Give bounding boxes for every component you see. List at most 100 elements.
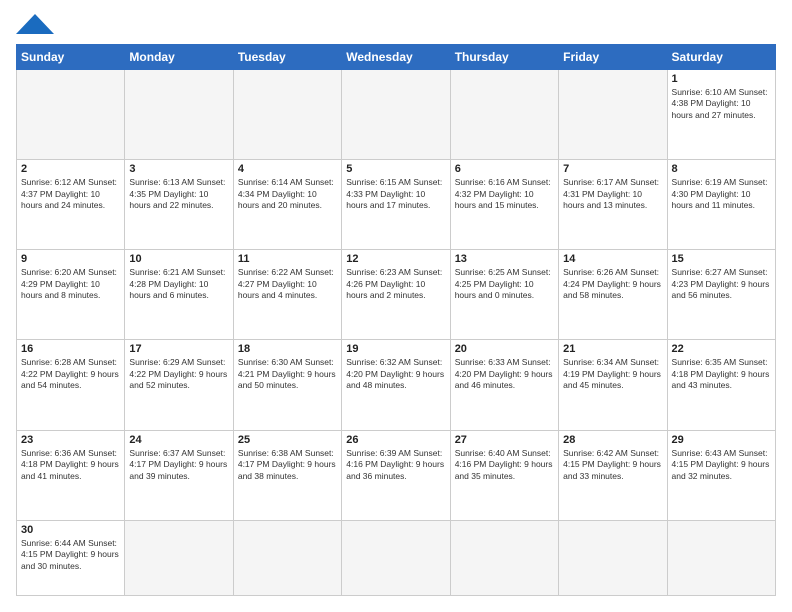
day-info: Sunrise: 6:44 AM Sunset: 4:15 PM Dayligh… bbox=[21, 538, 120, 572]
day-number: 25 bbox=[238, 434, 337, 446]
day-number: 24 bbox=[129, 434, 228, 446]
day-number: 13 bbox=[455, 253, 554, 265]
day-number: 4 bbox=[238, 163, 337, 175]
day-number: 21 bbox=[563, 343, 662, 355]
calendar-header-monday: Monday bbox=[125, 45, 233, 70]
calendar-cell: 6 Sunrise: 6:16 AM Sunset: 4:32 PM Daylig… bbox=[450, 160, 558, 250]
day-info: Sunrise: 6:21 AM Sunset: 4:28 PM Dayligh… bbox=[129, 267, 228, 301]
day-number: 11 bbox=[238, 253, 337, 265]
day-number: 19 bbox=[346, 343, 445, 355]
calendar-header-sunday: Sunday bbox=[17, 45, 125, 70]
calendar-week-row: 9 Sunrise: 6:20 AM Sunset: 4:29 PM Daylig… bbox=[17, 250, 776, 340]
calendar-cell bbox=[233, 70, 341, 160]
day-number: 30 bbox=[21, 524, 120, 536]
calendar-cell: 9 Sunrise: 6:20 AM Sunset: 4:29 PM Daylig… bbox=[17, 250, 125, 340]
day-info: Sunrise: 6:35 AM Sunset: 4:18 PM Dayligh… bbox=[672, 357, 771, 391]
calendar-cell bbox=[342, 70, 450, 160]
calendar-cell: 12 Sunrise: 6:23 AM Sunset: 4:26 PM Dayli… bbox=[342, 250, 450, 340]
calendar-cell bbox=[17, 70, 125, 160]
calendar-header-row: SundayMondayTuesdayWednesdayThursdayFrid… bbox=[17, 45, 776, 70]
day-info: Sunrise: 6:37 AM Sunset: 4:17 PM Dayligh… bbox=[129, 448, 228, 482]
calendar-week-row: 2 Sunrise: 6:12 AM Sunset: 4:37 PM Daylig… bbox=[17, 160, 776, 250]
day-number: 2 bbox=[21, 163, 120, 175]
day-info: Sunrise: 6:34 AM Sunset: 4:19 PM Dayligh… bbox=[563, 357, 662, 391]
day-number: 17 bbox=[129, 343, 228, 355]
calendar-cell: 30 Sunrise: 6:44 AM Sunset: 4:15 PM Dayli… bbox=[17, 520, 125, 595]
day-info: Sunrise: 6:32 AM Sunset: 4:20 PM Dayligh… bbox=[346, 357, 445, 391]
calendar-cell bbox=[450, 70, 558, 160]
day-info: Sunrise: 6:12 AM Sunset: 4:37 PM Dayligh… bbox=[21, 177, 120, 211]
day-number: 28 bbox=[563, 434, 662, 446]
day-info: Sunrise: 6:15 AM Sunset: 4:33 PM Dayligh… bbox=[346, 177, 445, 211]
day-number: 27 bbox=[455, 434, 554, 446]
calendar-cell: 8Sunrise: 6:19 AM Sunset: 4:30 PM Daylig… bbox=[667, 160, 775, 250]
day-info: Sunrise: 6:23 AM Sunset: 4:26 PM Dayligh… bbox=[346, 267, 445, 301]
calendar-cell bbox=[667, 520, 775, 595]
day-number: 14 bbox=[563, 253, 662, 265]
calendar-cell: 28Sunrise: 6:42 AM Sunset: 4:15 PM Dayli… bbox=[559, 430, 667, 520]
calendar-cell: 4 Sunrise: 6:14 AM Sunset: 4:34 PM Daylig… bbox=[233, 160, 341, 250]
calendar-cell: 29Sunrise: 6:43 AM Sunset: 4:15 PM Dayli… bbox=[667, 430, 775, 520]
day-info: Sunrise: 6:20 AM Sunset: 4:29 PM Dayligh… bbox=[21, 267, 120, 301]
calendar-cell: 24 Sunrise: 6:37 AM Sunset: 4:17 PM Dayli… bbox=[125, 430, 233, 520]
calendar-cell: 15Sunrise: 6:27 AM Sunset: 4:23 PM Dayli… bbox=[667, 250, 775, 340]
day-info: Sunrise: 6:36 AM Sunset: 4:18 PM Dayligh… bbox=[21, 448, 120, 482]
calendar-week-row: 16 Sunrise: 6:28 AM Sunset: 4:22 PM Dayli… bbox=[17, 340, 776, 430]
calendar-cell bbox=[233, 520, 341, 595]
day-number: 9 bbox=[21, 253, 120, 265]
calendar-cell bbox=[559, 70, 667, 160]
calendar-cell: 23 Sunrise: 6:36 AM Sunset: 4:18 PM Dayli… bbox=[17, 430, 125, 520]
day-number: 12 bbox=[346, 253, 445, 265]
day-number: 7 bbox=[563, 163, 662, 175]
calendar-cell: 25Sunrise: 6:38 AM Sunset: 4:17 PM Dayli… bbox=[233, 430, 341, 520]
calendar-week-row: 1Sunrise: 6:10 AM Sunset: 4:38 PM Daylig… bbox=[17, 70, 776, 160]
day-number: 8 bbox=[672, 163, 771, 175]
day-number: 29 bbox=[672, 434, 771, 446]
day-info: Sunrise: 6:40 AM Sunset: 4:16 PM Dayligh… bbox=[455, 448, 554, 482]
day-number: 18 bbox=[238, 343, 337, 355]
calendar-cell: 17 Sunrise: 6:29 AM Sunset: 4:22 PM Dayli… bbox=[125, 340, 233, 430]
day-info: Sunrise: 6:28 AM Sunset: 4:22 PM Dayligh… bbox=[21, 357, 120, 391]
calendar-header-friday: Friday bbox=[559, 45, 667, 70]
day-info: Sunrise: 6:30 AM Sunset: 4:21 PM Dayligh… bbox=[238, 357, 337, 391]
day-info: Sunrise: 6:16 AM Sunset: 4:32 PM Dayligh… bbox=[455, 177, 554, 211]
day-number: 23 bbox=[21, 434, 120, 446]
calendar-header-saturday: Saturday bbox=[667, 45, 775, 70]
calendar-cell bbox=[342, 520, 450, 595]
calendar-cell: 18 Sunrise: 6:30 AM Sunset: 4:21 PM Dayli… bbox=[233, 340, 341, 430]
day-number: 6 bbox=[455, 163, 554, 175]
calendar-cell bbox=[125, 70, 233, 160]
day-number: 10 bbox=[129, 253, 228, 265]
day-number: 26 bbox=[346, 434, 445, 446]
calendar-week-row: 30 Sunrise: 6:44 AM Sunset: 4:15 PM Dayli… bbox=[17, 520, 776, 595]
calendar-cell: 19 Sunrise: 6:32 AM Sunset: 4:20 PM Dayli… bbox=[342, 340, 450, 430]
calendar-header-tuesday: Tuesday bbox=[233, 45, 341, 70]
day-number: 3 bbox=[129, 163, 228, 175]
day-info: Sunrise: 6:29 AM Sunset: 4:22 PM Dayligh… bbox=[129, 357, 228, 391]
day-number: 22 bbox=[672, 343, 771, 355]
calendar-cell: 3Sunrise: 6:13 AM Sunset: 4:35 PM Daylig… bbox=[125, 160, 233, 250]
day-info: Sunrise: 6:33 AM Sunset: 4:20 PM Dayligh… bbox=[455, 357, 554, 391]
calendar-header-wednesday: Wednesday bbox=[342, 45, 450, 70]
day-number: 20 bbox=[455, 343, 554, 355]
calendar-cell: 10 Sunrise: 6:21 AM Sunset: 4:28 PM Dayli… bbox=[125, 250, 233, 340]
calendar-cell: 2 Sunrise: 6:12 AM Sunset: 4:37 PM Daylig… bbox=[17, 160, 125, 250]
day-number: 15 bbox=[672, 253, 771, 265]
calendar-cell: 14Sunrise: 6:26 AM Sunset: 4:24 PM Dayli… bbox=[559, 250, 667, 340]
calendar-cell: 21 Sunrise: 6:34 AM Sunset: 4:19 PM Dayli… bbox=[559, 340, 667, 430]
day-info: Sunrise: 6:22 AM Sunset: 4:27 PM Dayligh… bbox=[238, 267, 337, 301]
logo-icon bbox=[16, 14, 54, 34]
logo bbox=[16, 16, 54, 34]
calendar-cell: 22 Sunrise: 6:35 AM Sunset: 4:18 PM Dayli… bbox=[667, 340, 775, 430]
day-number: 16 bbox=[21, 343, 120, 355]
calendar-cell: 13Sunrise: 6:25 AM Sunset: 4:25 PM Dayli… bbox=[450, 250, 558, 340]
calendar-cell bbox=[125, 520, 233, 595]
day-number: 5 bbox=[346, 163, 445, 175]
calendar-cell: 11 Sunrise: 6:22 AM Sunset: 4:27 PM Dayli… bbox=[233, 250, 341, 340]
day-info: Sunrise: 6:10 AM Sunset: 4:38 PM Dayligh… bbox=[672, 87, 771, 121]
calendar-header-thursday: Thursday bbox=[450, 45, 558, 70]
day-info: Sunrise: 6:14 AM Sunset: 4:34 PM Dayligh… bbox=[238, 177, 337, 211]
calendar-week-row: 23 Sunrise: 6:36 AM Sunset: 4:18 PM Dayli… bbox=[17, 430, 776, 520]
calendar-cell bbox=[450, 520, 558, 595]
calendar-table: SundayMondayTuesdayWednesdayThursdayFrid… bbox=[16, 44, 776, 596]
